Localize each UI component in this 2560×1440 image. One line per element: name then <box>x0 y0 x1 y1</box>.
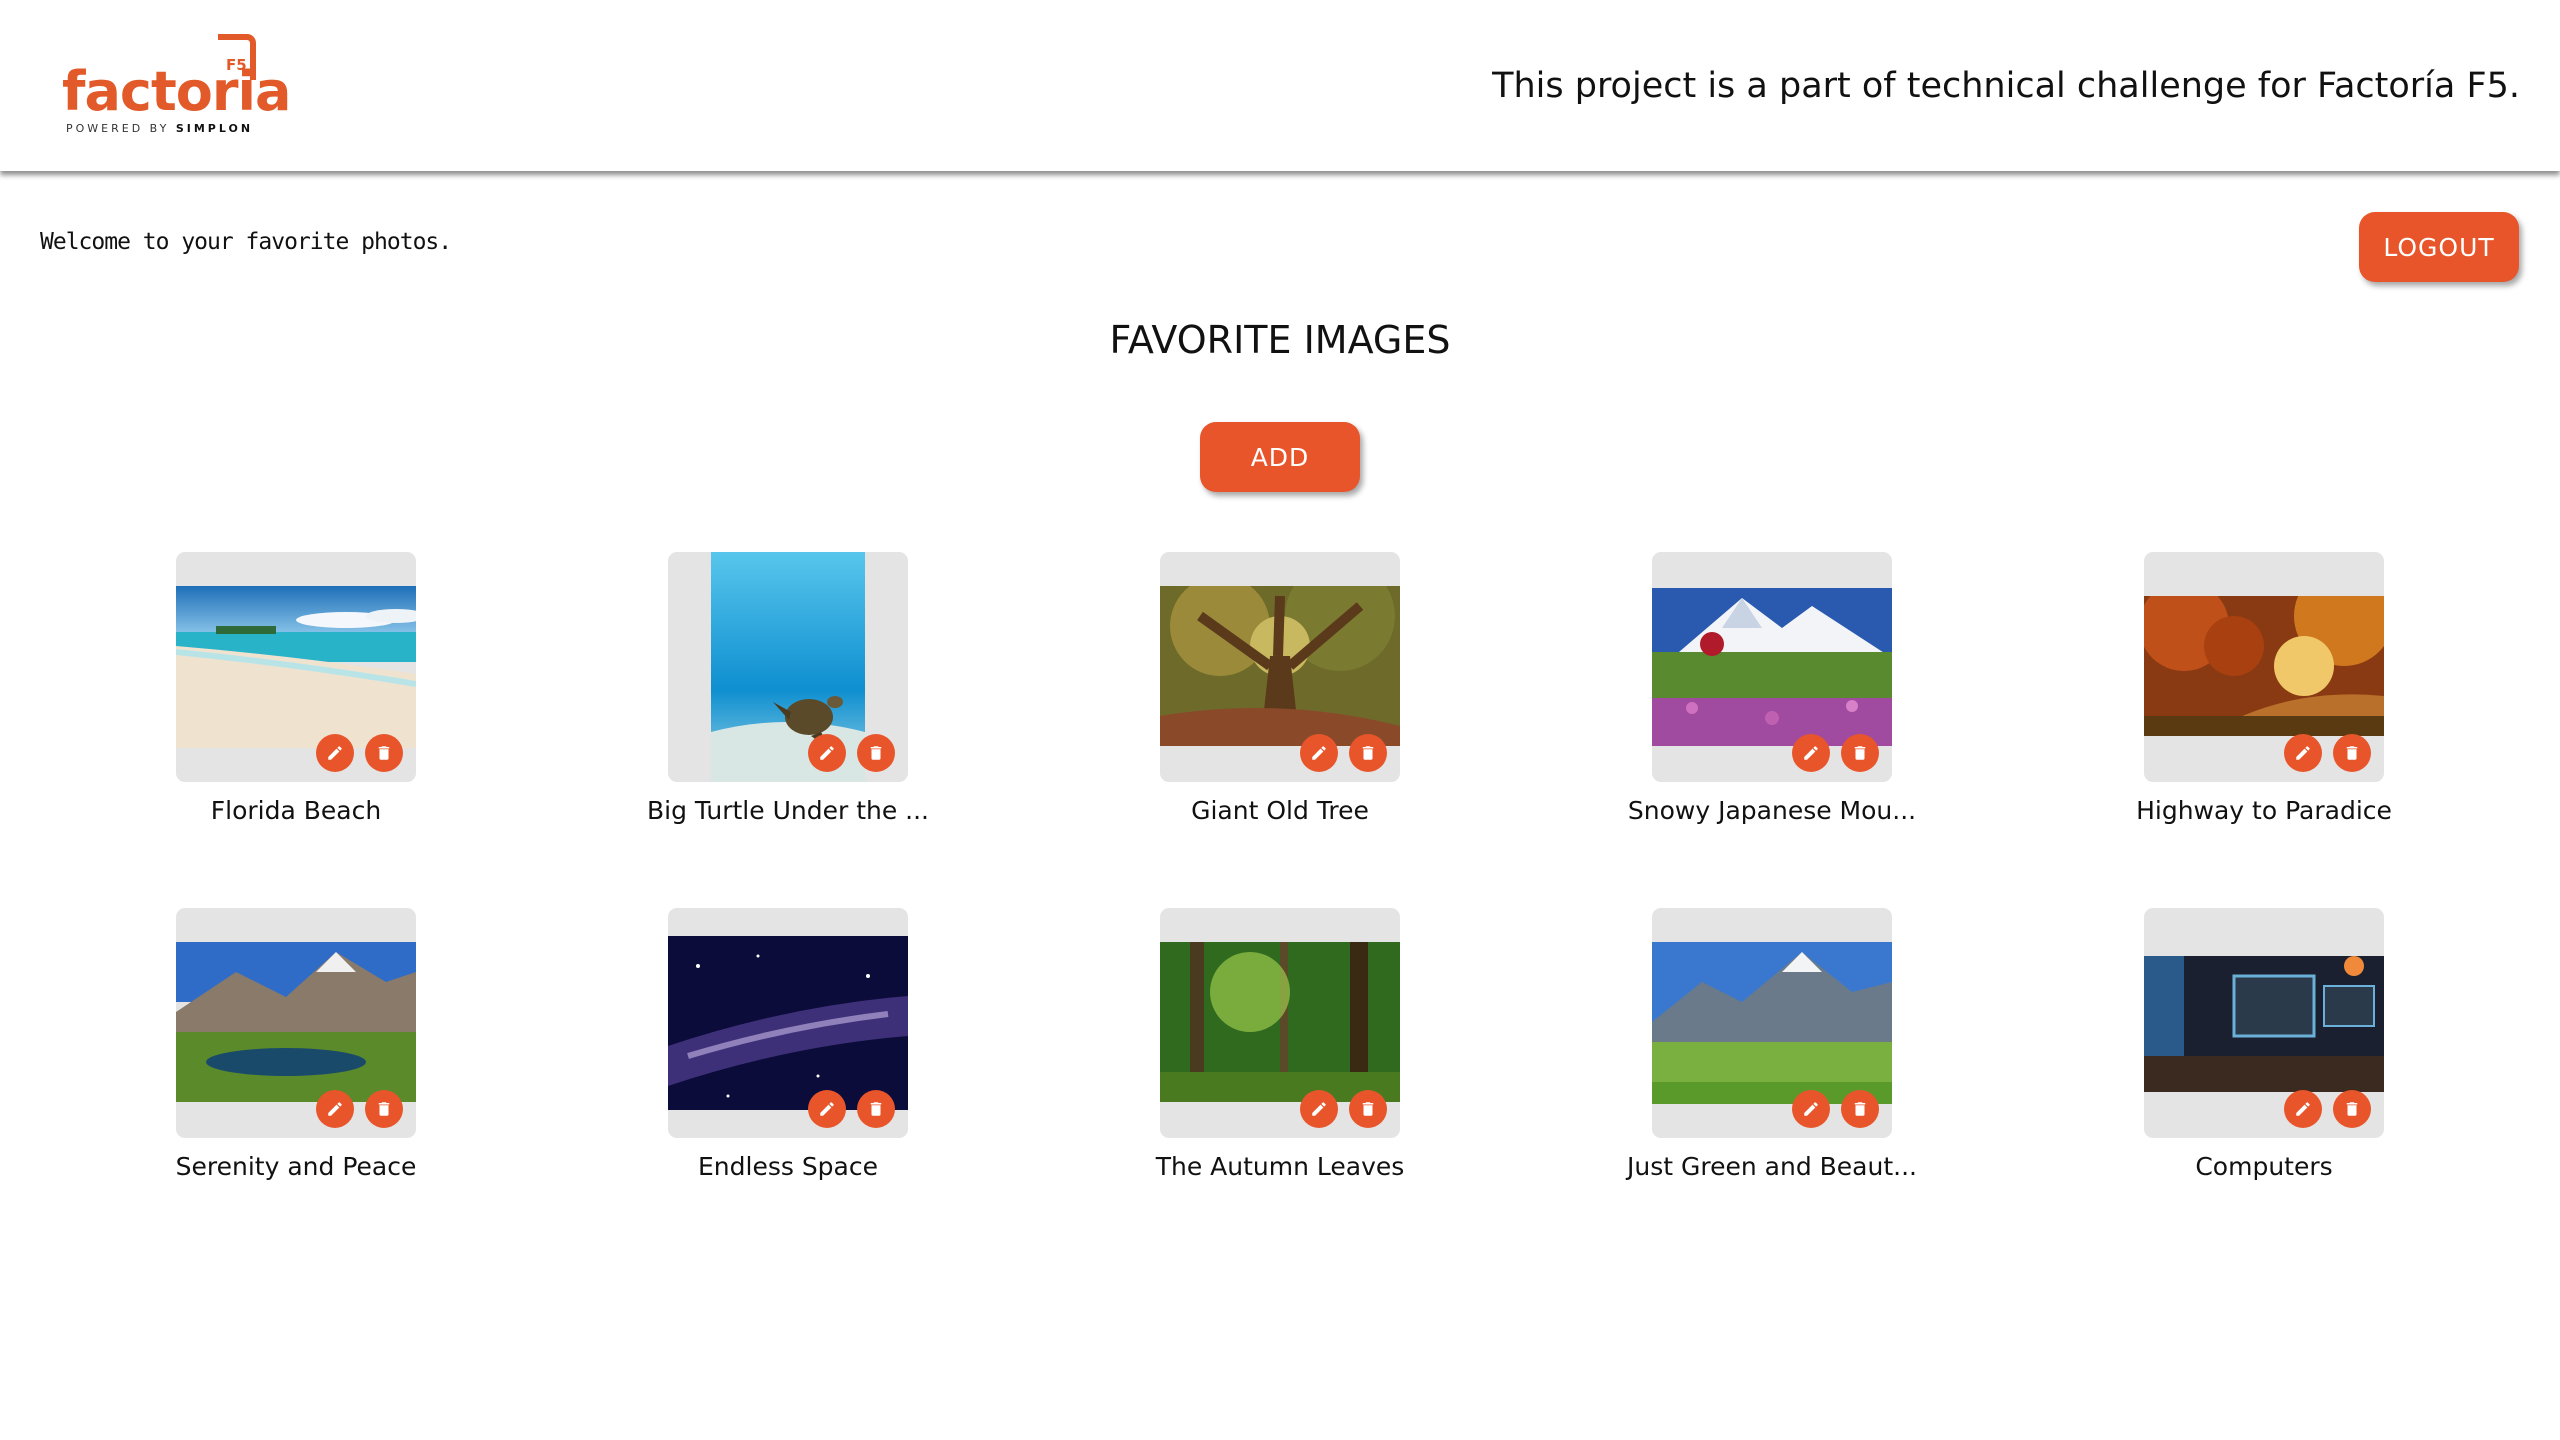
edit-button[interactable] <box>316 734 354 772</box>
image-title: Giant Old Tree <box>1191 796 1369 825</box>
delete-button[interactable] <box>365 734 403 772</box>
snowy-mountain-image[interactable] <box>1652 588 1892 746</box>
edit-button[interactable] <box>2284 734 2322 772</box>
delete-button[interactable] <box>2333 1090 2371 1128</box>
pencil-icon <box>328 746 342 760</box>
pencil-icon <box>820 746 834 760</box>
image-title: Endless Space <box>697 1152 879 1181</box>
pencil-icon <box>1804 746 1818 760</box>
tree-image[interactable] <box>1160 586 1400 746</box>
image-title: Just Green and Beaut... <box>1627 1152 1917 1181</box>
mountain-lake-image[interactable] <box>176 942 416 1102</box>
trash-icon <box>1362 1102 1374 1116</box>
image-title: The Autumn Leaves <box>1155 1152 1405 1181</box>
milky-way-image[interactable] <box>668 936 908 1110</box>
trash-icon <box>378 1102 390 1116</box>
green-forest-image[interactable] <box>1160 942 1400 1102</box>
delete-button[interactable] <box>1349 1090 1387 1128</box>
delete-button[interactable] <box>1349 734 1387 772</box>
edit-button[interactable] <box>808 1090 846 1128</box>
delete-button[interactable] <box>857 734 895 772</box>
trash-icon <box>870 1102 882 1116</box>
delete-button[interactable] <box>1841 1090 1879 1128</box>
image-title: Florida Beach <box>210 796 382 825</box>
edit-button[interactable] <box>1792 1090 1830 1128</box>
trash-icon <box>1362 746 1374 760</box>
trash-icon <box>1854 1102 1866 1116</box>
image-title: Serenity and Peace <box>175 1152 417 1181</box>
trash-icon <box>870 746 882 760</box>
edit-button[interactable] <box>1300 734 1338 772</box>
pencil-icon <box>820 1102 834 1116</box>
pencil-icon <box>2296 1102 2310 1116</box>
edit-button[interactable] <box>316 1090 354 1128</box>
delete-button[interactable] <box>2333 734 2371 772</box>
image-title: Highway to Paradice <box>2136 796 2392 825</box>
pencil-icon <box>1804 1102 1818 1116</box>
pencil-icon <box>1312 746 1326 760</box>
edit-button[interactable] <box>1300 1090 1338 1128</box>
pencil-icon <box>328 1102 342 1116</box>
computer-desk-image[interactable] <box>2144 956 2384 1092</box>
favorite-images-grid: Florida Beach Big Turtle Under the ... G… <box>0 0 2560 1440</box>
edit-button[interactable] <box>2284 1090 2322 1128</box>
edit-button[interactable] <box>808 734 846 772</box>
delete-button[interactable] <box>365 1090 403 1128</box>
edit-button[interactable] <box>1792 734 1830 772</box>
image-title: Computers <box>2195 1152 2333 1181</box>
trash-icon <box>2346 746 2358 760</box>
image-title: Snowy Japanese Mou... <box>1627 796 1917 825</box>
trash-icon <box>1854 746 1866 760</box>
beach-image[interactable] <box>176 586 416 748</box>
pencil-icon <box>1312 1102 1326 1116</box>
green-valley-image[interactable] <box>1652 942 1892 1104</box>
autumn-road-image[interactable] <box>2144 596 2384 736</box>
trash-icon <box>2346 1102 2358 1116</box>
pencil-icon <box>2296 746 2310 760</box>
trash-icon <box>378 746 390 760</box>
image-title: Big Turtle Under the ... <box>646 796 930 825</box>
delete-button[interactable] <box>1841 734 1879 772</box>
delete-button[interactable] <box>857 1090 895 1128</box>
